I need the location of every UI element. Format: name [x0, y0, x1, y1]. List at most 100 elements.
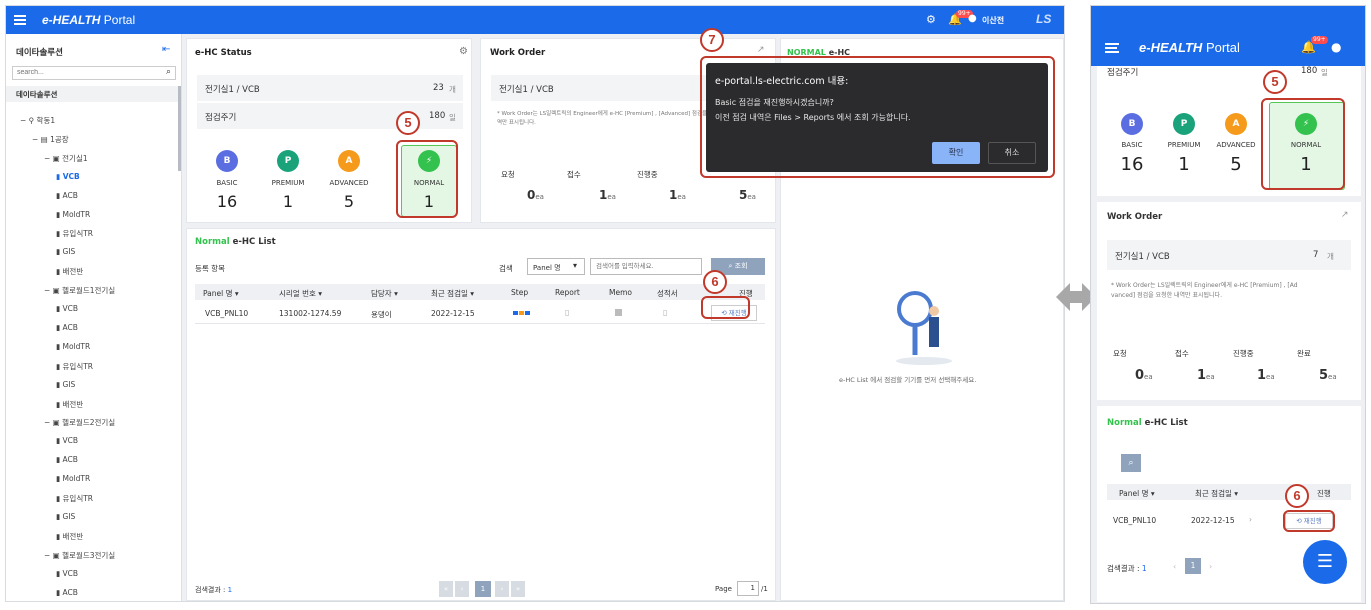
wo-received-value[interactable]: 1ea — [599, 188, 616, 202]
app-logo[interactable]: e-HEALTH Portal — [42, 13, 135, 27]
tree-item[interactable]: − ▣ 헬로월드2전기실 — [44, 417, 115, 428]
brand-logo: LS — [1036, 12, 1052, 26]
certificate-icon[interactable]: ▯ — [663, 308, 667, 317]
mobile-callout-box-5 — [1261, 98, 1345, 190]
sidebar-title: 데이타솔루션 — [16, 48, 63, 58]
tree-item[interactable]: ▮ VCB — [56, 172, 80, 181]
gear-icon[interactable]: ⚙ — [926, 13, 936, 26]
mobile-work-order-card: Work Order ↗ 전기실1 / VCB 7 개 * Work Order… — [1097, 202, 1361, 400]
ok-button[interactable]: 확인 — [932, 142, 980, 164]
tree-item[interactable]: ▮ VCB — [56, 569, 78, 578]
reg-label: 등록 항목 — [195, 264, 225, 273]
pagination: « ‹ 1 › » — [439, 581, 527, 597]
menu-icon[interactable] — [14, 15, 26, 25]
page-input[interactable]: 1 — [737, 581, 759, 596]
search-label: 검색 — [499, 264, 513, 273]
tree-item[interactable]: ▮ ACB — [56, 191, 78, 200]
wo-progress-value[interactable]: 1ea — [669, 188, 686, 202]
callout-5: 5 — [396, 111, 420, 135]
table-row[interactable]: VCB_PNL10 131002-1274.59 용댕이 2022-12-15 … — [195, 302, 765, 324]
page-1[interactable]: 1 — [475, 581, 491, 597]
ehc-list-card: Normal e-HC List 등록 항목 검색 Panel 명 ▾ ⌕ 조회… — [186, 228, 776, 601]
tree-item[interactable]: ▮ MoldTR — [56, 342, 90, 351]
tree-root[interactable]: 데이타솔루션 — [6, 86, 178, 102]
cancel-button[interactable]: 취소 — [988, 142, 1036, 164]
tree-item[interactable]: ▮ GIS — [56, 247, 75, 256]
mobile-user-icon[interactable]: ● — [1331, 40, 1341, 54]
external-link-icon[interactable]: ↗ — [757, 45, 765, 55]
tree-item[interactable]: ▮ 배전반 — [56, 266, 83, 277]
mobile-top-bar: e-HEALTH Portal 🔔 99+ ● — [1091, 6, 1365, 66]
search-input[interactable] — [590, 258, 702, 275]
col-memo: Memo — [609, 288, 632, 297]
settings-icon[interactable]: ⚙ — [459, 46, 468, 57]
search-field-select[interactable]: Panel 명 ▾ — [527, 258, 585, 275]
mobile-search-button[interactable]: ⌕ — [1121, 454, 1141, 472]
col-panel[interactable]: Panel 명 ▾ — [203, 288, 239, 299]
col-serial[interactable]: 시리얼 번호 ▾ — [279, 288, 322, 299]
col-report: Report — [555, 288, 580, 297]
callout-box-6 — [701, 296, 750, 319]
tree-item[interactable]: ▮ ACB — [56, 455, 78, 464]
step-icon — [513, 311, 518, 315]
tree-menu-fab[interactable]: ☰ — [1303, 540, 1347, 584]
tree-item[interactable]: ▮ GIS — [56, 512, 75, 521]
tree-item[interactable]: ▮ VCB — [56, 436, 78, 445]
tree-item[interactable]: ▮ MoldTR — [56, 210, 90, 219]
wo-note: * Work Order는 LS일렉트릭의 Engineer에게 e-HC [P… — [497, 111, 708, 117]
tree-item[interactable]: ▮ GIS — [56, 380, 75, 389]
tree-item[interactable]: ▮ ACB — [56, 588, 78, 597]
callout-7: 7 — [700, 28, 724, 52]
tree-item[interactable]: ▮ 배전반 — [56, 531, 83, 542]
first-page-icon[interactable]: « — [439, 581, 453, 597]
advanced-icon: A — [338, 150, 360, 172]
tree-item[interactable]: ▮ 유입식TR — [56, 228, 93, 239]
ehc-list-title: Normal e-HC List — [195, 237, 276, 247]
callout-6: 6 — [703, 270, 727, 294]
dialog-line-1: Basic 점검을 재진행하시겠습니까? — [715, 98, 834, 107]
advanced-count[interactable]: 5 — [323, 192, 375, 211]
tree-item[interactable]: − ⚲ 학동1 — [20, 115, 55, 126]
tree-item[interactable]: ▮ 유입식TR — [56, 361, 93, 372]
tree-item[interactable]: ▮ 유입식TR — [56, 493, 93, 504]
report-icon[interactable]: ▯ — [565, 308, 569, 317]
col-manager[interactable]: 담당자 ▾ — [371, 288, 398, 299]
page-label: Page — [715, 585, 732, 593]
mobile-logo[interactable]: e-HEALTH Portal — [1139, 40, 1240, 55]
mobile-menu-icon[interactable] — [1105, 43, 1119, 53]
dialog-title: e-portal.ls-electric.com 내용: — [715, 76, 849, 87]
tree-item[interactable]: − ▤ 1공장 — [32, 134, 69, 145]
sidebar-search-input[interactable] — [17, 69, 157, 76]
basic-count[interactable]: 16 — [201, 192, 253, 211]
mobile-screen: e-HEALTH Portal 🔔 99+ ● 점검주기 180 일 B BAS… — [1090, 5, 1366, 604]
wo-done-value[interactable]: 5ea — [739, 188, 756, 202]
confirm-dialog: e-portal.ls-electric.com 내용: Basic 점검을 재… — [706, 63, 1048, 172]
prev-page-icon[interactable]: ‹ — [455, 581, 469, 597]
mobile-external-link-icon[interactable]: ↗ — [1341, 210, 1349, 220]
collapse-icon[interactable]: ⇤ — [162, 44, 170, 55]
mobile-table-header: Panel 명 ▾ 최근 점검일 ▾ 진행 — [1107, 484, 1351, 500]
next-page-icon[interactable]: › — [495, 581, 509, 597]
wo-note-2: 역만 표시됩니다. — [497, 120, 536, 126]
premium-icon: P — [277, 150, 299, 172]
tree-item[interactable]: ▮ MoldTR — [56, 474, 90, 483]
sidebar-scrollbar[interactable] — [178, 86, 181, 171]
mobile-prev-icon[interactable]: ‹ — [1173, 562, 1176, 571]
mobile-next-icon[interactable]: › — [1209, 562, 1212, 571]
tree-item[interactable]: − ▣ 전기실1 — [44, 153, 88, 164]
tree-item[interactable]: ▮ ACB — [56, 323, 78, 332]
mobile-page-1[interactable]: 1 — [1185, 558, 1201, 574]
wo-request-value[interactable]: 0ea — [527, 188, 544, 202]
tree-item[interactable]: ▮ VCB — [56, 304, 78, 313]
user-icon[interactable]: ● — [968, 13, 977, 24]
tree-item[interactable]: − ▣ 헬로월드1전기실 — [44, 285, 115, 296]
last-page-icon[interactable]: » — [511, 581, 525, 597]
search-icon[interactable]: ⌕ — [166, 67, 171, 77]
sidebar-search[interactable]: ⌕ — [12, 66, 176, 80]
premium-count[interactable]: 1 — [262, 192, 314, 211]
tree-item[interactable]: ▮ 배전반 — [56, 399, 83, 410]
col-date[interactable]: 최근 점검일 ▾ — [431, 288, 474, 299]
memo-icon[interactable] — [615, 309, 622, 316]
user-name[interactable]: 이산전 — [982, 15, 1004, 26]
tree-item[interactable]: − ▣ 헬로월드3전기실 — [44, 550, 115, 561]
